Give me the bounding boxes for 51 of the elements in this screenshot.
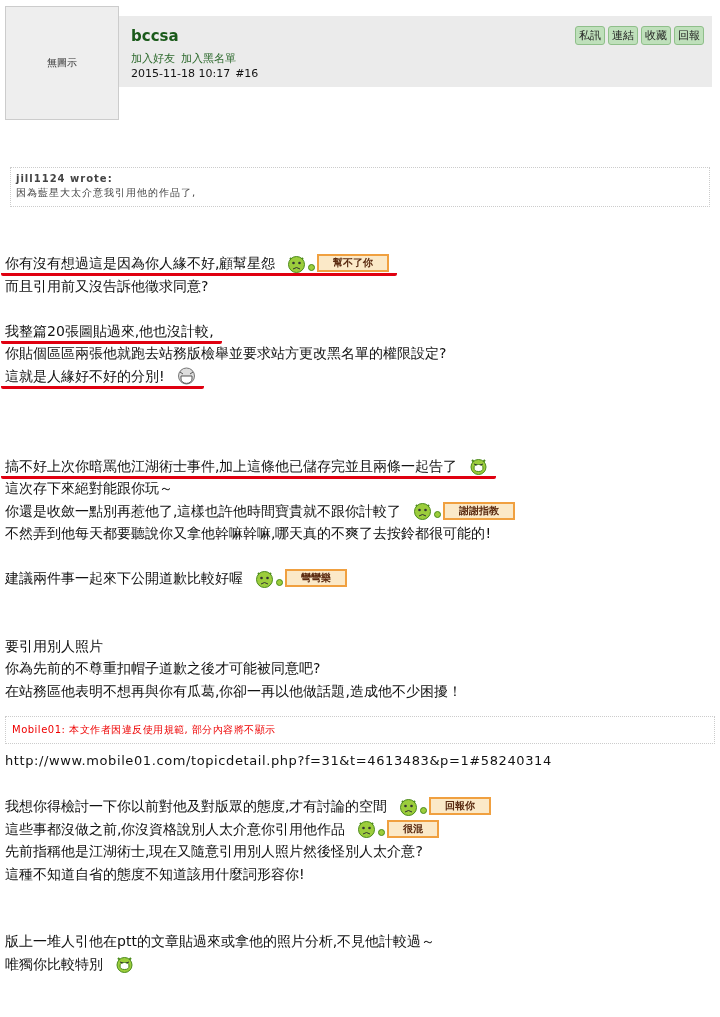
post-text: 搞不好上次你暗罵他江湖術士事件,加上這條他已儲存完並且兩條一起告了 (5, 456, 458, 476)
post-text: 你還是收斂一點別再惹他了,這樣也許他時間寶貴就不跟你計較了 (5, 501, 402, 521)
bubble-dot-icon (434, 511, 442, 519)
timestamp: 2015-11-18 10:17 (131, 67, 231, 80)
laughing-face-icon (469, 456, 489, 476)
post-text: 我整篇20張圖貼過來,他也沒計較, (5, 321, 214, 341)
post-text: 這些事都沒做之前,你沒資格說別人太介意你引用他作品 (5, 819, 346, 839)
frowning-face-icon (357, 819, 377, 839)
post-text: 這次存下來絕對能跟你玩～ (5, 479, 173, 498)
action-button[interactable]: 私訊 (575, 26, 605, 45)
action-button[interactable]: 收藏 (641, 26, 671, 45)
sign-label: 幫不了你 (317, 254, 390, 273)
frowning-face-icon (287, 253, 307, 273)
url-text: http://www.mobile01.com/topicdetail.php?f=31&t=4613483&p=1#58240314 (5, 752, 552, 770)
bubble-dot-icon (276, 578, 283, 586)
post-text: 這種不知道自省的態度不知道該用什麼詞形容你! (5, 864, 305, 884)
username: bccsa (131, 27, 180, 45)
post-text: 要引用別人照片 (5, 636, 103, 656)
action-button[interactable]: 連結 (608, 26, 638, 45)
post-text: 我想你得檢討一下你以前對他及對版眾的態度,才有討論的空間 (5, 797, 388, 816)
user-link[interactable]: 加入黑名單 (181, 51, 236, 66)
post-text: 你貼個區區兩張他就跑去站務版檢舉並要求站方更改黑名單的權限設定? (5, 344, 447, 363)
sign-label: 回報你 (429, 797, 492, 816)
laughing-face-icon (115, 954, 134, 974)
sign-label: 很混 (387, 819, 440, 838)
action-button[interactable]: 回報 (674, 26, 704, 45)
grinning-face-icon (176, 366, 196, 386)
post-text: 在站務區他表明不想再與你有瓜葛,你卻一再以他做話題,造成他不少困擾！ (5, 681, 462, 701)
frowning-face-icon (255, 568, 274, 588)
sign-label: 彎彎樂 (285, 569, 347, 588)
post-text: 版上一堆人引他在ptt的文章貼過來或拿他的照片分析,不見他計較過～ (5, 932, 436, 951)
bubble-dot-icon (420, 806, 428, 814)
post-text: 你有沒有想過這是因為你人緣不好,顧幫星怨 (5, 254, 276, 273)
post-text: 不然弄到他每天都要聽說你又拿他幹嘛幹嘛,哪天真的不爽了去按鈴都很可能的! (5, 524, 492, 543)
post-number: #16 (235, 67, 259, 80)
quote-author: jill1124 wrote: (16, 173, 114, 184)
post-text: 建議兩件事一起來下公開道歉比較好喔 (5, 569, 243, 588)
post-text: 先前指稱他是江湖術士,現在又隨意引用別人照片然後怪別人太介意? (5, 842, 423, 861)
notice-text: Mobile01: 本文作者因違反使用規範, 部分內容將不顯示 (5, 716, 715, 744)
bubble-dot-icon (378, 829, 386, 837)
user-link[interactable]: 加入好友 (131, 51, 175, 66)
post-text: 這就是人緣好不好的分別! (5, 366, 165, 386)
post-text: 而且引用前又沒告訴他徵求同意? (5, 276, 209, 296)
frowning-face-icon (413, 501, 433, 521)
post-text: 唯獨你比較特別 (5, 954, 103, 974)
post-text: 你為先前的不尊重扣帽子道歉之後才可能被同意吧? (5, 659, 321, 678)
frowning-face-icon (399, 796, 419, 816)
quote-text: 因為藍星大太介意我引用他的作品了, (16, 186, 198, 200)
bubble-dot-icon (308, 263, 316, 271)
no-image-text: 無圖示 (47, 56, 77, 70)
sign-label: 謝謝指教 (443, 501, 516, 520)
